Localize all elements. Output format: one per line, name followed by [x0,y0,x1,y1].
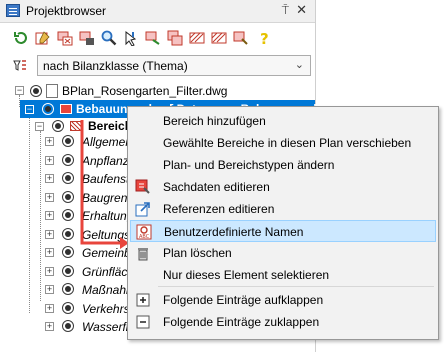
menu-item[interactable]: Folgende Einträge aufklappen [130,289,436,311]
reference-icon [135,201,151,217]
menu-item[interactable]: Sachdaten editieren [130,176,436,198]
menu-item[interactable]: Plan löschen [130,242,436,264]
menu-separator [158,286,434,287]
menu-item-label: Folgende Einträge aufklappen [163,293,324,307]
menu-item-label: Nur dieses Element selektieren [163,268,330,282]
menu-item-label: Bereich hinzufügen [163,114,266,128]
svg-text:ABC: ABC [139,234,150,240]
menu-item-label: Benutzerdefinierte Namen [164,225,304,239]
menu-item[interactable]: Plan- und Bereichstypen ändern [130,154,436,176]
menu-item[interactable]: Bereich hinzufügen [130,110,436,132]
custom-names-icon: ABC [136,224,152,240]
edit-data-icon [135,179,151,195]
menu-item-label: Sachdaten editieren [163,180,270,194]
menu-item-label: Gewählte Bereiche in diesen Plan verschi… [163,136,412,150]
menu-item[interactable]: Gewählte Bereiche in diesen Plan verschi… [130,132,436,154]
menu-item-label: Plan löschen [163,246,232,260]
menu-item[interactable]: Referenzen editieren [130,198,436,220]
trash-icon [135,245,151,261]
collapse-icon [135,314,151,330]
menu-item-label: Plan- und Bereichstypen ändern [163,158,335,172]
context-menu: Bereich hinzufügen Gewählte Bereiche in d… [127,106,439,340]
menu-item-label: Folgende Einträge zuklappen [163,315,320,329]
menu-item-label: Referenzen editieren [163,202,275,216]
menu-item[interactable]: Nur dieses Element selektieren [130,264,436,286]
menu-item[interactable]: ABC Benutzerdefinierte Namen [130,220,436,242]
menu-item[interactable]: Folgende Einträge zuklappen [130,311,436,333]
expand-icon [135,292,151,308]
